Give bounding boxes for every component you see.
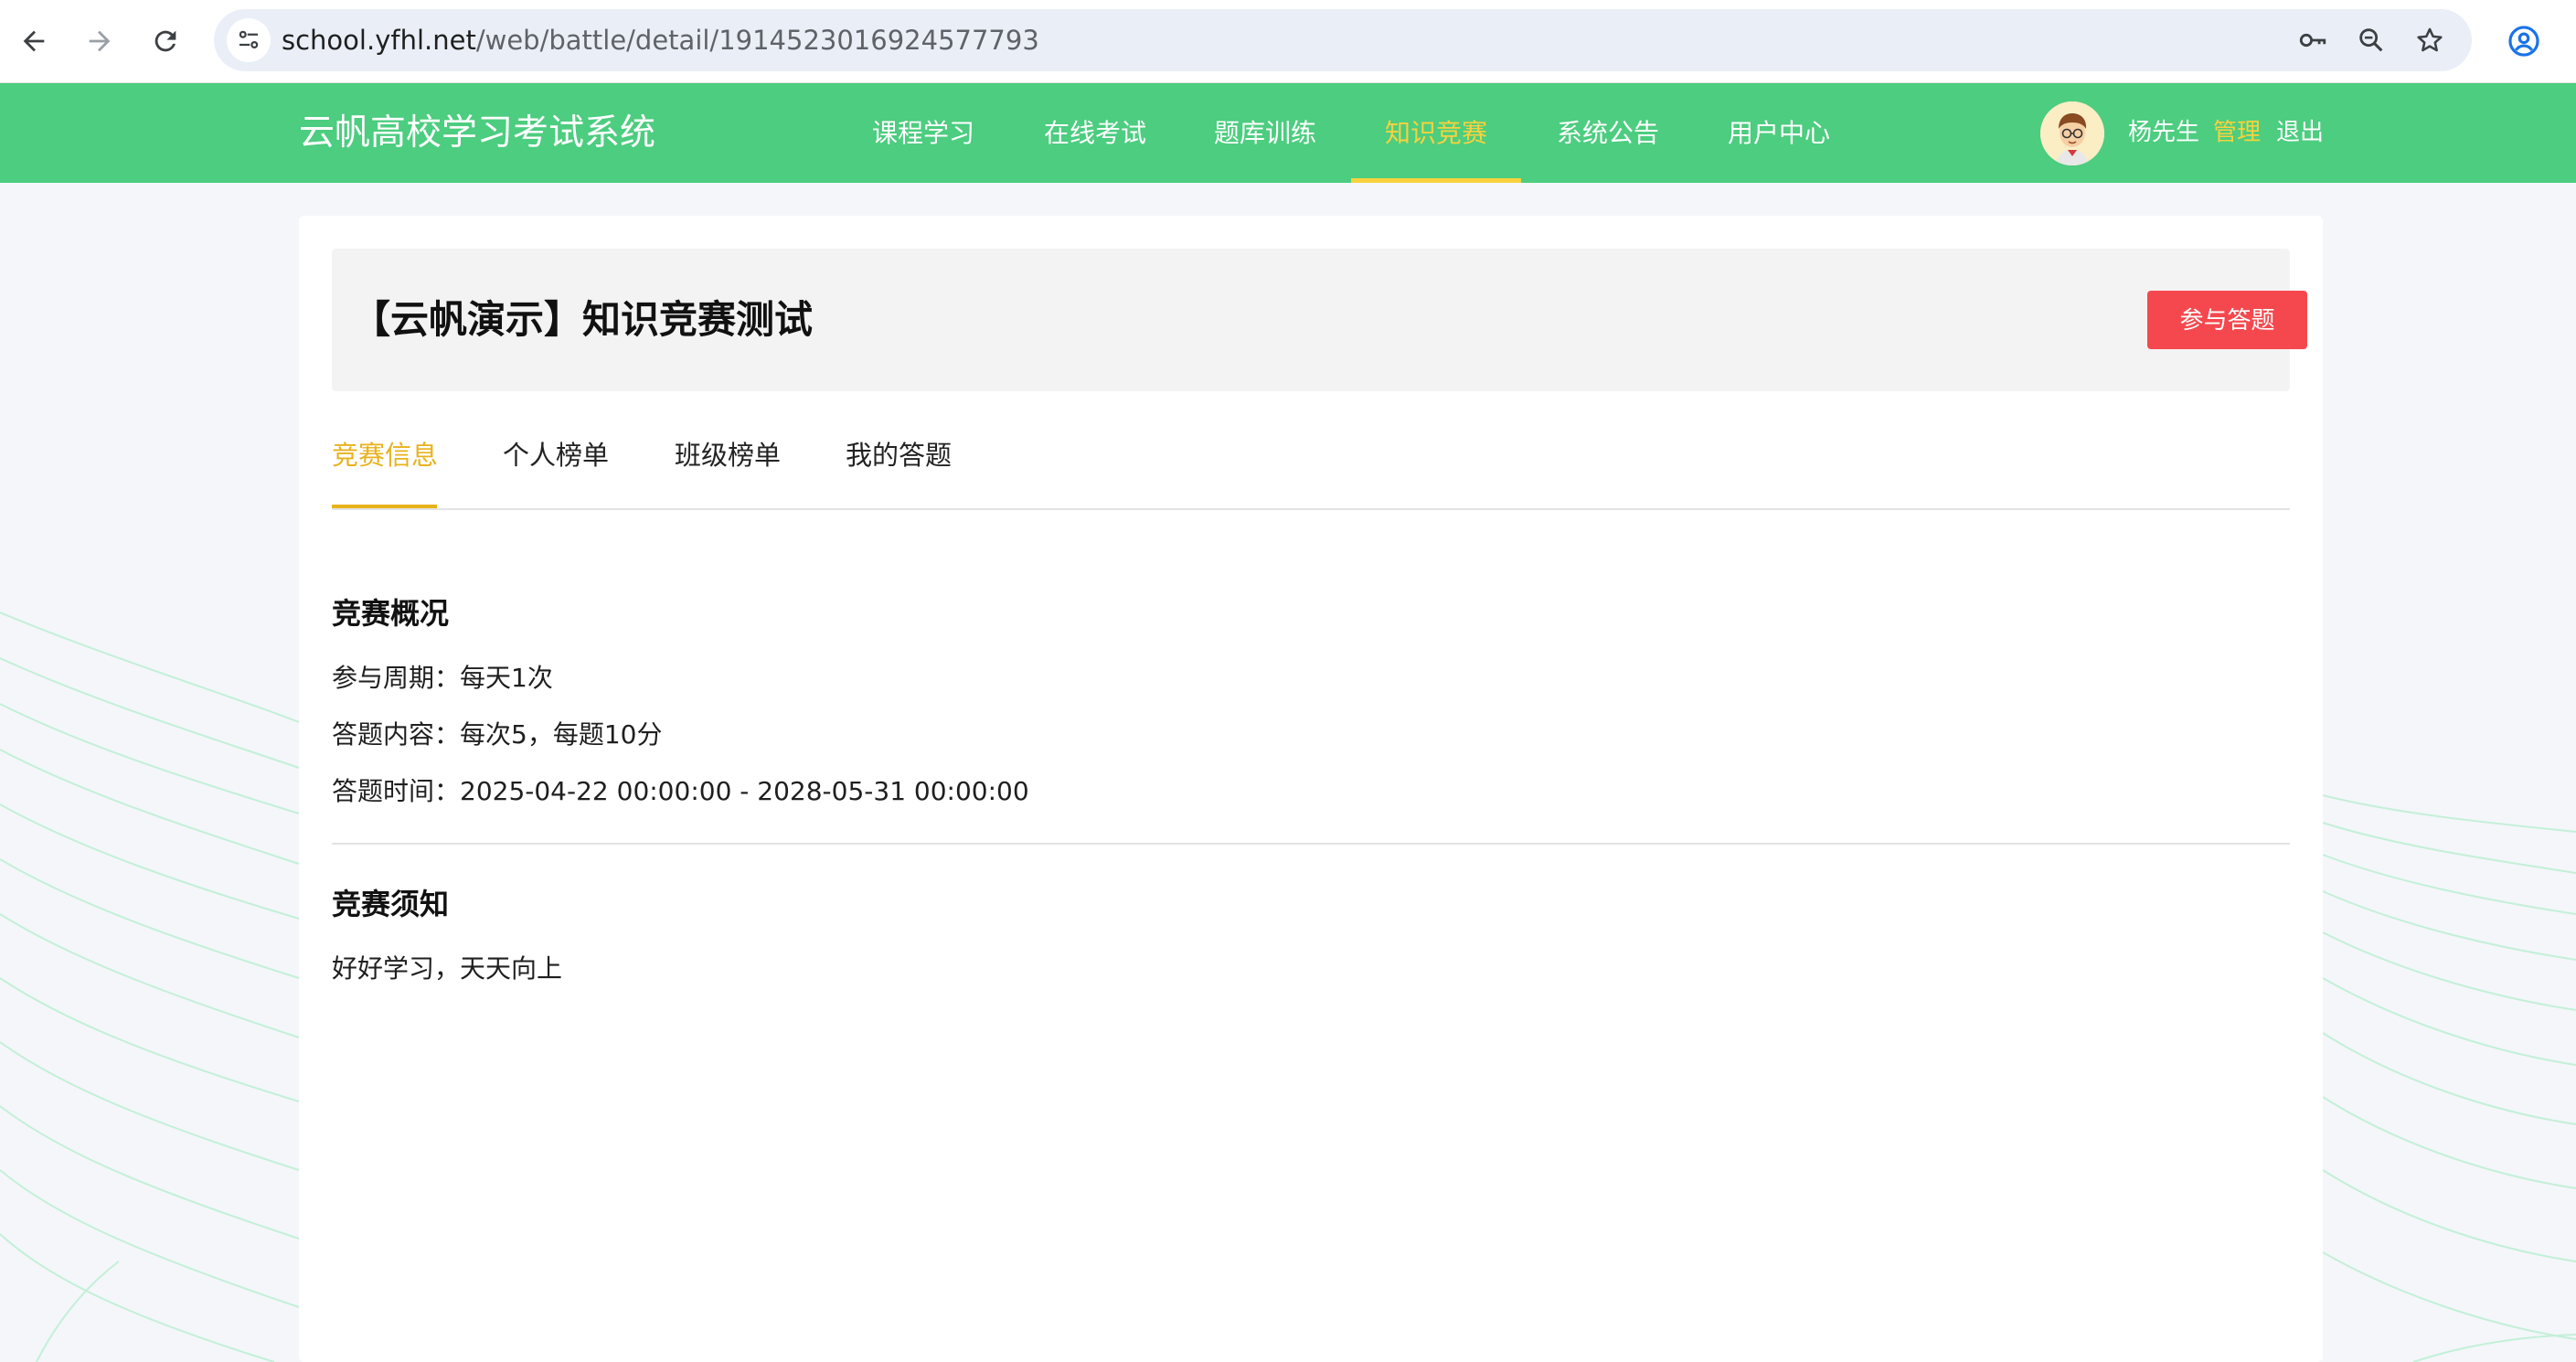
site-header: 云帆高校学习考试系统 课程学习 在线考试 题库训练 知识竞赛 系统公告 用户中心…	[0, 83, 2576, 183]
reload-button[interactable]	[139, 15, 192, 68]
answer-time: 答题时间：2025-04-22 00:00:00 - 2028-05-31 00…	[332, 776, 1029, 806]
battle-title: 【云帆演示】知识竞赛测试	[352, 297, 814, 342]
nav-course-study[interactable]: 课程学习	[870, 83, 976, 183]
battle-tabs: 竞赛信息 个人榜单 班级榜单 我的答题	[332, 417, 2290, 510]
reload-icon	[154, 30, 176, 52]
nav-online-exam[interactable]: 在线考试	[1042, 83, 1148, 183]
tab-my-answers[interactable]: 我的答题	[846, 417, 952, 505]
nav-question-bank[interactable]: 题库训练	[1212, 83, 1318, 183]
url-host: school.yfhl.net	[282, 25, 476, 56]
nav-knowledge-contest[interactable]: 知识竞赛	[1383, 83, 1489, 183]
battle-title-bar: 【云帆演示】知识竞赛测试 参与答题	[332, 249, 2307, 391]
browser-profile-button[interactable]	[2497, 15, 2550, 68]
user-name[interactable]: 杨先生	[2128, 83, 2199, 183]
url-text[interactable]: school.yfhl.net/web/battle/detail/191452…	[282, 9, 1039, 71]
forward-arrow-icon	[89, 30, 111, 52]
site-info-button[interactable]	[227, 18, 271, 62]
section-divider	[332, 843, 2290, 845]
notice-text: 好好学习，天天向上	[332, 953, 563, 984]
account-circle-icon	[2508, 26, 2539, 57]
back-button[interactable]	[7, 15, 60, 68]
battle-detail-card: 【云帆演示】知识竞赛测试 参与答题 竞赛信息 个人榜单 班级榜单 我的答题 竞赛…	[299, 216, 2323, 1362]
tab-personal-ranking[interactable]: 个人榜单	[503, 417, 609, 505]
site-title[interactable]: 云帆高校学习考试系统	[299, 83, 655, 183]
logout-link[interactable]: 退出	[2276, 83, 2324, 183]
answer-content: 答题内容：每次5，每题10分	[332, 719, 663, 750]
password-key-button[interactable]	[2293, 20, 2333, 60]
nav-announcements[interactable]: 系统公告	[1555, 83, 1661, 183]
overview-heading: 竞赛概况	[332, 596, 450, 631]
admin-link[interactable]: 管理	[2213, 83, 2261, 183]
tab-battle-info[interactable]: 竞赛信息	[332, 417, 438, 505]
back-arrow-icon	[23, 30, 45, 52]
join-answer-button[interactable]: 参与答题	[2147, 291, 2307, 349]
avatar[interactable]	[2040, 101, 2104, 165]
key-icon	[2299, 33, 2326, 48]
zoom-button[interactable]	[2351, 20, 2391, 60]
tune-icon	[239, 30, 259, 48]
nav-user-center[interactable]: 用户中心	[1726, 83, 1832, 183]
browser-toolbar: school.yfhl.net/web/battle/detail/191452…	[0, 0, 2576, 83]
participation-cycle: 参与周期：每天1次	[332, 663, 553, 693]
zoom-out-icon	[2359, 28, 2383, 52]
forward-button[interactable]	[73, 15, 126, 68]
user-avatar-icon	[2040, 101, 2104, 165]
notice-heading: 竞赛须知	[332, 887, 450, 921]
tab-class-ranking[interactable]: 班级榜单	[675, 417, 781, 505]
bookmark-button[interactable]	[2410, 20, 2450, 60]
url-path: /web/battle/detail/1914523016924577793	[475, 25, 1039, 56]
star-icon	[2417, 27, 2443, 52]
active-tab-indicator	[332, 505, 437, 508]
address-bar[interactable]: school.yfhl.net/web/battle/detail/191452…	[214, 9, 2472, 71]
